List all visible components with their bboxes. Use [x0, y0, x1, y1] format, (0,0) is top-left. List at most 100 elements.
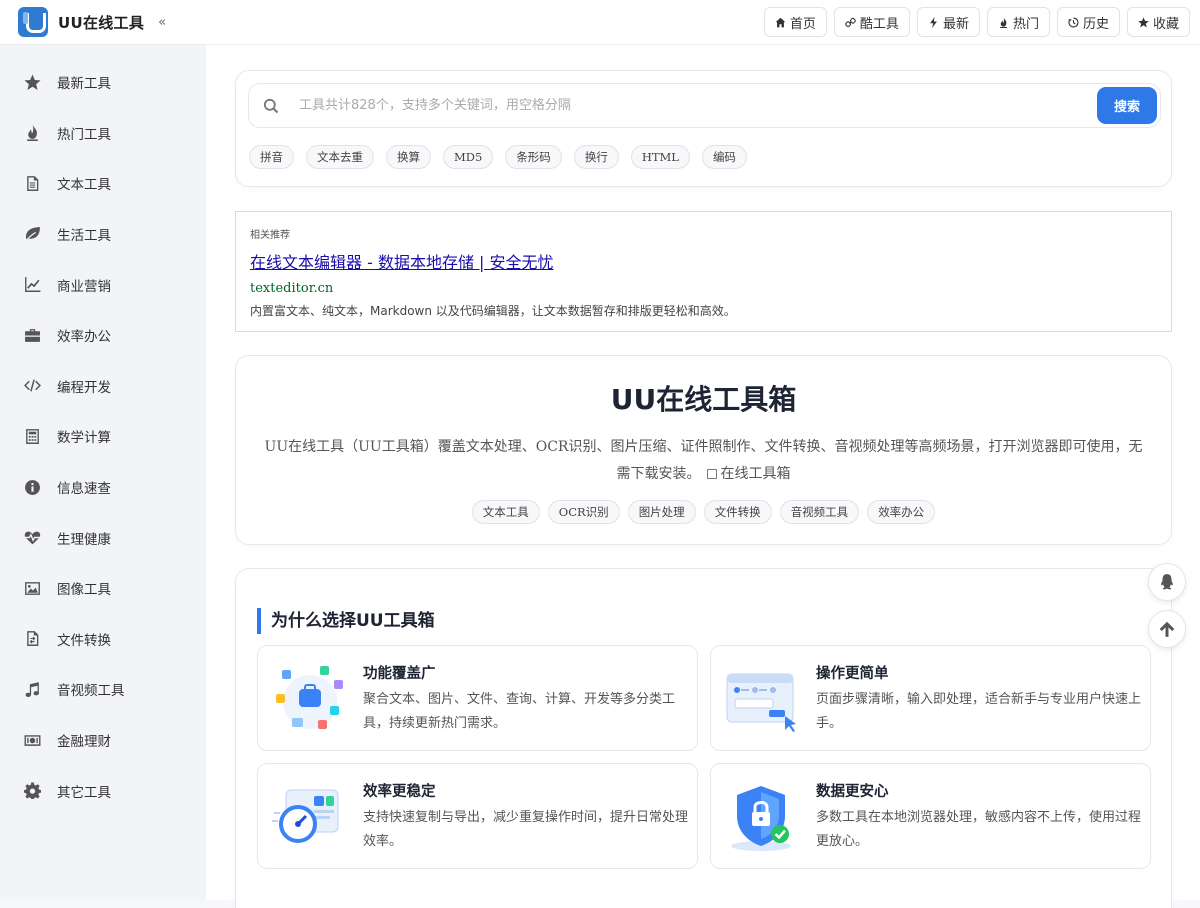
image-icon — [25, 581, 40, 595]
briefcase-icon — [25, 328, 40, 342]
fire-icon — [1000, 16, 1007, 28]
sidebar-item-label: 文件转换 — [57, 632, 111, 649]
main-content: 搜索 拼音 文本去重 换算 MD5 条形码 换行 HTML 编码 相关推荐 在线… — [206, 45, 1200, 908]
sidebar-item-text-tools[interactable]: 文本工具 — [0, 158, 206, 209]
search-card: 搜索 拼音 文本去重 换算 MD5 条形码 换行 HTML 编码 — [235, 70, 1172, 187]
sidebar-item-dev[interactable]: 编程开发 — [0, 361, 206, 412]
arrow-up-icon — [1159, 621, 1175, 637]
nav-history-button[interactable]: 历史 — [1056, 7, 1120, 37]
sidebar-item-other[interactable]: 其它工具 — [0, 765, 206, 816]
qq-contact-button[interactable] — [1148, 563, 1186, 601]
money-icon — [24, 734, 41, 746]
bolt-icon — [930, 16, 937, 28]
logo[interactable]: UU在线工具 « — [0, 7, 206, 37]
sidebar-item-marketing[interactable]: 商业营销 — [0, 259, 206, 310]
bookmark-link[interactable]: 在线工具箱 — [721, 466, 791, 482]
sidebar-item-label: 文本工具 — [57, 177, 111, 194]
feature-description: 页面步骤清晰，输入即处理，适合新手与专业用户快速上手。 — [816, 692, 1142, 731]
sidebar-item-label: 热门工具 — [57, 126, 111, 143]
sidebar-item-life-tools[interactable]: 生活工具 — [0, 209, 206, 260]
category-tag[interactable]: 图片处理 — [627, 500, 696, 524]
file-convert-icon — [27, 631, 39, 647]
home-icon — [775, 17, 786, 27]
search-icon — [263, 98, 279, 113]
sidebar-item-math[interactable]: 数学计算 — [0, 411, 206, 462]
sidebar-item-label: 信息速查 — [57, 481, 111, 498]
feature-card-efficiency: 效率更稳定 支持快速复制与导出，减少重复操作时间，提升日常处理效率。 — [257, 763, 698, 869]
sidebar-item-office[interactable]: 效率办公 — [0, 310, 206, 361]
hot-tag[interactable]: 换算 — [386, 145, 431, 169]
sidebar-item-audio-video[interactable]: 音视频工具 — [0, 664, 206, 715]
hot-tag[interactable]: HTML — [630, 145, 690, 169]
nav-home-button[interactable]: 首页 — [763, 7, 827, 37]
collapse-sidebar-button[interactable]: « — [158, 15, 166, 30]
sidebar-item-label: 生活工具 — [57, 228, 111, 245]
hot-tag[interactable]: 文本去重 — [306, 145, 374, 169]
nav-latest-label: 最新 — [942, 16, 969, 32]
calculator-icon — [26, 429, 39, 444]
search-button[interactable]: 搜索 — [1097, 87, 1157, 124]
back-to-top-button[interactable] — [1148, 610, 1186, 648]
ad-title-link[interactable]: 在线文本编辑器 - 数据本地存储 | 安全无忧 — [250, 249, 1157, 273]
link-icon — [845, 17, 856, 27]
nav-home-label: 首页 — [789, 16, 816, 32]
hot-tag[interactable]: 换行 — [573, 145, 619, 169]
feature-title: 功能覆盖广 — [363, 666, 436, 682]
chart-line-icon — [25, 277, 41, 293]
category-tag[interactable]: 文件转换 — [703, 500, 772, 524]
code-icon — [24, 379, 41, 392]
section-title: 为什么选择UU工具箱 — [257, 608, 435, 634]
feature-title: 数据更安心 — [816, 784, 889, 800]
sidebar-item-label: 数学计算 — [57, 430, 111, 447]
category-tag[interactable]: 效率办公 — [867, 500, 936, 524]
nav-favorites-button[interactable]: 收藏 — [1126, 7, 1190, 37]
top-nav: 首页 酷工具 最新 热门 历史 收藏 — [763, 7, 1190, 37]
ad-domain[interactable]: texteditor.cn — [250, 281, 1157, 296]
search-input[interactable] — [299, 98, 1079, 113]
nav-latest-button[interactable]: 最新 — [916, 7, 980, 37]
feature-card-security: 数据更安心 多数工具在本地浏览器处理，敏感内容不上传，使用过程更放心。 — [710, 763, 1151, 869]
page-title: UU在线工具箱 — [610, 383, 797, 416]
sidebar-item-finance[interactable]: 金融理财 — [0, 715, 206, 766]
qq-icon — [1161, 574, 1173, 590]
feature-description: 多数工具在本地浏览器处理，敏感内容不上传，使用过程更放心。 — [816, 810, 1142, 849]
category-tag[interactable]: 音视频工具 — [779, 500, 860, 524]
sidebar-item-image[interactable]: 图像工具 — [0, 563, 206, 614]
sidebar-item-health[interactable]: 生理健康 — [0, 512, 206, 563]
sidebar-item-label: 生理健康 — [57, 531, 111, 548]
feature-card-coverage: 功能覆盖广 聚合文本、图片、文件、查询、计算、开发等多分类工具，持续更新热门需求… — [257, 645, 698, 751]
nav-cool-tools-button[interactable]: 酷工具 — [833, 7, 910, 37]
feature-title: 操作更简单 — [816, 666, 889, 682]
fire-icon — [27, 124, 38, 142]
sidebar-item-label: 图像工具 — [57, 582, 111, 599]
sidebar-item-latest-tools[interactable]: 最新工具 — [0, 57, 206, 108]
sidebar-item-hot-tools[interactable]: 热门工具 — [0, 108, 206, 159]
file-text-icon — [27, 176, 39, 191]
hot-tag[interactable]: 条形码 — [505, 145, 562, 169]
why-choose-section: 为什么选择UU工具箱 功能覆盖广 聚合文本、图片、文件、查询、计算、开发等多分类… — [235, 568, 1172, 908]
nav-cool-tools-label: 酷工具 — [859, 16, 899, 32]
hot-tag[interactable]: MD5 — [443, 145, 494, 169]
logo-icon — [18, 7, 48, 37]
sidebar-item-info[interactable]: 信息速查 — [0, 462, 206, 513]
sidebar-item-label: 编程开发 — [57, 379, 111, 396]
category-tag[interactable]: OCR识别 — [547, 500, 620, 524]
nav-favorites-label: 收藏 — [1152, 16, 1179, 32]
tools-grid-icon — [276, 666, 343, 729]
sidebar-item-label: 效率办公 — [57, 329, 111, 346]
feature-description: 聚合文本、图片、文件、查询、计算、开发等多分类工具，持续更新热门需求。 — [363, 692, 676, 731]
heartbeat-icon — [24, 531, 41, 545]
shield-lock-icon — [731, 786, 791, 851]
app-title: UU在线工具 — [58, 13, 145, 32]
form-window-icon — [726, 673, 796, 732]
category-tag[interactable]: 文本工具 — [471, 500, 540, 524]
nav-hot-button[interactable]: 热门 — [986, 7, 1050, 37]
nav-hot-label: 热门 — [1012, 16, 1039, 32]
info-icon — [25, 479, 40, 495]
sidebar-item-label: 商业营销 — [57, 278, 111, 295]
music-icon — [25, 681, 39, 697]
hot-tag[interactable]: 拼音 — [249, 145, 294, 169]
sidebar-item-file-convert[interactable]: 文件转换 — [0, 614, 206, 665]
hot-tag[interactable]: 编码 — [701, 145, 747, 169]
gear-icon — [24, 782, 41, 800]
